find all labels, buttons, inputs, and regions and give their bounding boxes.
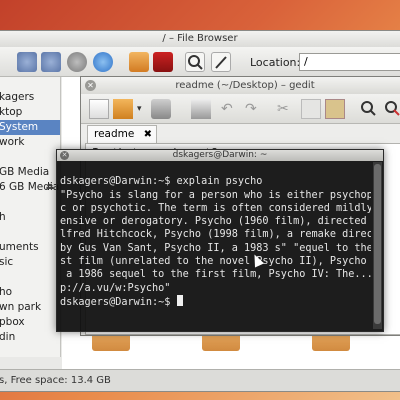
sidebar-item-documents[interactable]: uments: [0, 240, 60, 255]
sidebar-item-trash[interactable]: h: [0, 210, 60, 225]
save-icon[interactable]: [151, 99, 171, 119]
back-icon[interactable]: [17, 52, 37, 72]
sidebar-item-network[interactable]: work: [0, 135, 60, 150]
text-cursor: [176, 294, 183, 306]
search-icon[interactable]: [359, 99, 379, 119]
terminal-line: a 1986 sequel to the first film, Psycho …: [60, 269, 371, 281]
terminal-line: st film (unrelated to the novel Psycho I…: [60, 256, 371, 268]
terminal-line: ensive or derogatory. Psycho (1960 film)…: [60, 216, 371, 228]
sidebar-item-media-1[interactable]: GB Media: [0, 165, 60, 180]
sidebar-item-blank: [0, 225, 60, 240]
eject-icon[interactable]: ⏏: [45, 180, 54, 195]
search-icon[interactable]: [185, 52, 205, 72]
location-input[interactable]: /: [299, 53, 400, 71]
status-bar: s, Free space: 13.4 GB: [0, 369, 400, 391]
sidebar-item-photo[interactable]: ho: [0, 285, 60, 300]
forward-icon[interactable]: [41, 52, 61, 72]
file-browser-title: / – File Browser: [0, 31, 400, 47]
gedit-toolbar: ▾ ↶ ↷ ✂: [81, 94, 400, 124]
sidebar-item-desktop[interactable]: ktop: [0, 105, 60, 120]
computer-icon[interactable]: [153, 52, 173, 72]
new-document-icon[interactable]: [89, 99, 109, 119]
paste-icon[interactable]: [325, 99, 345, 119]
print-icon[interactable]: [191, 99, 211, 119]
location-label: Location:: [250, 56, 301, 69]
close-tab-icon[interactable]: ✖: [144, 126, 152, 143]
terminal-line: "Psycho is slang for a person who is eit…: [60, 189, 371, 201]
scrollbar-thumb[interactable]: [374, 164, 381, 324]
places-sidebar: kagers ktop System work GB Media 6 GB Me…: [0, 77, 61, 357]
terminal-line: by Gus Van Sant, Psycho II, a 1983 s" "e…: [60, 242, 371, 254]
edit-location-icon[interactable]: [211, 52, 231, 72]
close-icon[interactable]: ✕: [60, 151, 69, 160]
terminal-window[interactable]: dskagers@Darwin: ~ ✕ dskagers@Darwin:~$ …: [56, 149, 384, 332]
reload-icon[interactable]: [93, 52, 113, 72]
sidebar-item-blank: [0, 150, 60, 165]
terminal-line: p://a.vu/w:Psycho": [60, 282, 171, 294]
terminal-line: c or psychotic. The term is often consid…: [60, 202, 371, 214]
replace-icon[interactable]: [383, 99, 400, 119]
stop-icon[interactable]: [67, 52, 87, 72]
gedit-title: readme (~/Desktop) – gedit: [81, 77, 400, 94]
sidebar-item-dropbox[interactable]: pbox: [0, 315, 60, 330]
cut-icon[interactable]: ✂: [277, 99, 297, 119]
sidebar-item-town-park[interactable]: wn park: [0, 300, 60, 315]
sidebar-item-music[interactable]: sic: [0, 255, 60, 270]
sidebar-item-home[interactable]: kagers: [0, 90, 60, 105]
sidebar-item-filesystem[interactable]: System: [0, 120, 60, 135]
sidebar-item-din[interactable]: din: [0, 330, 60, 345]
tab-readme[interactable]: readme ✖: [87, 125, 157, 143]
terminal-output[interactable]: dskagers@Darwin:~$ explain psycho "Psycho…: [60, 162, 371, 329]
terminal-title: dskagers@Darwin: ~: [57, 150, 383, 161]
terminal-line: dskagers@Darwin:~$ explain psycho: [60, 176, 263, 188]
home-icon[interactable]: [129, 52, 149, 72]
sidebar-item-blank: [0, 195, 60, 210]
copy-icon[interactable]: [301, 99, 321, 119]
terminal-prompt-line: dskagers@Darwin:~$: [60, 294, 371, 309]
file-browser-toolbar: Location: /: [0, 47, 400, 77]
terminal-scrollbar[interactable]: [373, 162, 382, 329]
terminal-prompt: dskagers@Darwin:~$: [60, 296, 177, 308]
sidebar-item-media-2[interactable]: 6 GB Media ⏏: [0, 180, 60, 195]
open-icon[interactable]: [113, 99, 133, 119]
close-icon[interactable]: ✕: [85, 80, 96, 91]
terminal-line: lfred Hitchcock, Psycho (1998 film), a r…: [60, 229, 371, 241]
tab-label: readme: [94, 128, 135, 140]
undo-icon[interactable]: ↶: [221, 99, 241, 119]
sidebar-item-blank: [0, 270, 60, 285]
chevron-down-icon[interactable]: ▾: [137, 99, 147, 119]
redo-icon[interactable]: ↷: [245, 99, 265, 119]
